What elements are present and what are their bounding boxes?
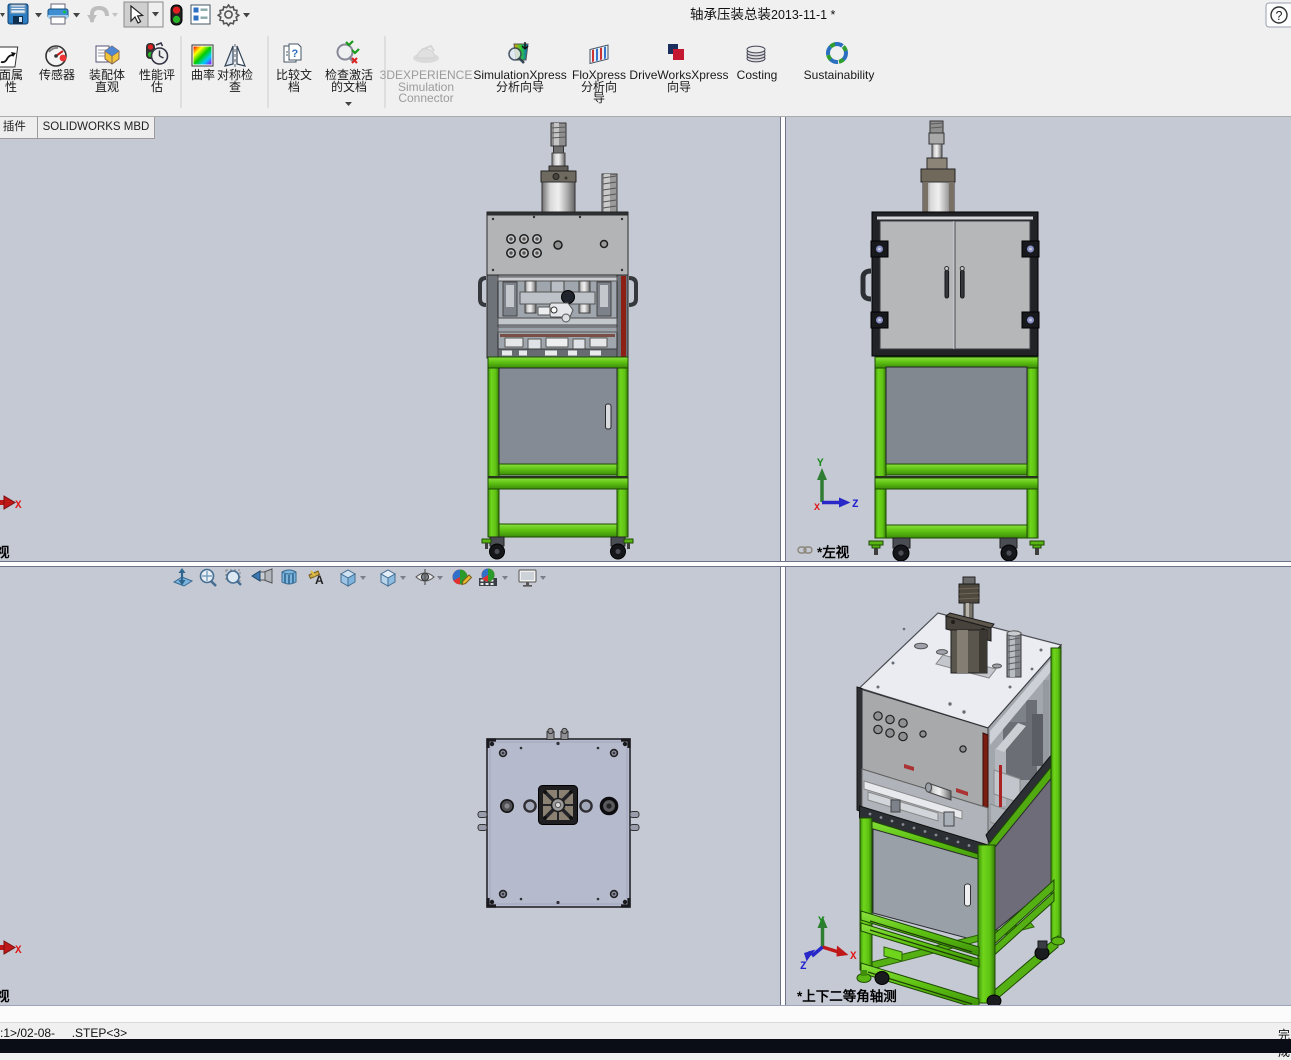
svg-text:X: X xyxy=(15,945,22,957)
svg-text:X: X xyxy=(814,503,820,514)
svg-text:*左视: *左视 xyxy=(817,544,850,560)
svg-text:X: X xyxy=(850,951,857,963)
svg-text:*上下二等角轴测: *上下二等角轴测 xyxy=(797,988,897,1004)
svg-text:A: A xyxy=(315,573,324,587)
svg-text:Y: Y xyxy=(818,916,825,928)
svg-text:?: ? xyxy=(292,48,299,60)
svg-text:Y: Y xyxy=(817,458,824,470)
svg-text:Z: Z xyxy=(852,499,859,511)
svg-text:视: 视 xyxy=(0,544,10,560)
svg-text:X: X xyxy=(15,500,22,512)
svg-text:?: ? xyxy=(1276,9,1283,23)
svg-text:视: 视 xyxy=(0,988,10,1004)
svg-text:轴承压装总装2013-11-1 *: 轴承压装总装2013-11-1 * xyxy=(690,7,836,22)
svg-text:Z: Z xyxy=(800,961,807,973)
